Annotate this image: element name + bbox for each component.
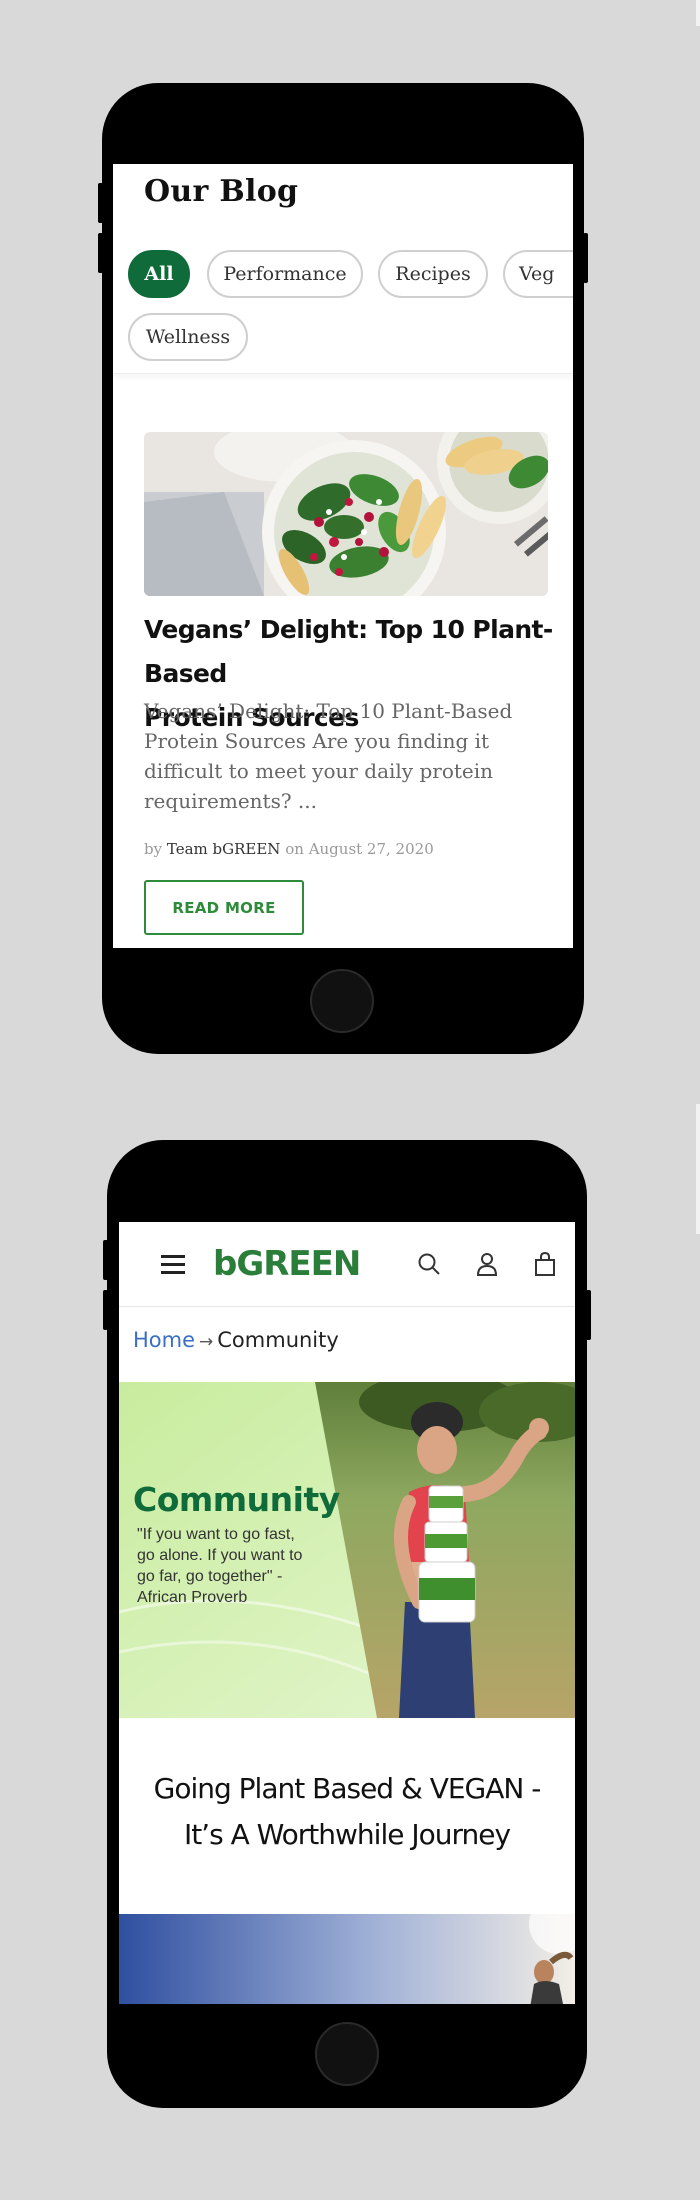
post-excerpt: Vegans’ Delight: Top 10 Plant-Based Prot… — [144, 699, 513, 813]
post-author[interactable]: Team bGREEN — [167, 840, 281, 858]
runner-photo — [119, 1914, 575, 2004]
filter-wellness[interactable]: Wellness — [128, 313, 248, 361]
volume-button — [98, 183, 103, 223]
brand-logo[interactable]: bGREEN — [213, 1244, 361, 1284]
meta-by: by — [144, 840, 163, 858]
account-icon[interactable] — [473, 1250, 501, 1278]
post-thumbnail[interactable] — [144, 432, 548, 596]
volume-button — [98, 233, 103, 273]
power-button — [586, 1290, 591, 1340]
salad-photo — [144, 432, 548, 596]
community-screen: bGREEN Home → Community Community "If yo… — [119, 1222, 575, 2004]
power-button — [583, 233, 588, 283]
site-header: bGREEN — [119, 1222, 575, 1307]
hero-quote-line: "If you want to go fast, — [137, 1526, 295, 1543]
edge-marker-middle — [696, 1104, 700, 1234]
cart-icon[interactable] — [531, 1250, 559, 1278]
community-hero-banner: Community "If you want to go fast, go al… — [119, 1382, 575, 1718]
article-image[interactable] — [119, 1914, 575, 2004]
headline-line: It’s A Worthwhile Journey — [183, 1818, 511, 1851]
blog-header: Our Blog All Performance Recipes Veg Wel… — [113, 164, 573, 374]
breadcrumb-home[interactable]: Home — [133, 1328, 195, 1352]
breadcrumb-separator: → — [199, 1332, 214, 1352]
hero-quote-line: go alone. If you want to — [137, 1547, 303, 1564]
hero-quote: "If you want to go fast, go alone. If yo… — [137, 1524, 347, 1608]
hero-quote-line: go far, go together" - — [137, 1568, 283, 1585]
filter-recipes[interactable]: Recipes — [378, 250, 488, 298]
article-headline[interactable]: Going Plant Based & VEGAN - It’s A Worth… — [119, 1766, 575, 1858]
post-meta: by Team bGREEN on August 27, 2020 — [144, 840, 434, 858]
hero-quote-line: African Proverb — [137, 1589, 248, 1606]
blog-screen: Our Blog All Performance Recipes Veg Wel… — [113, 164, 573, 948]
phone-blog: Our Blog All Performance Recipes Veg Wel… — [98, 83, 588, 1054]
breadcrumb: Home → Community — [133, 1328, 339, 1352]
volume-button — [103, 1240, 108, 1280]
home-button[interactable] — [315, 2022, 379, 2086]
filter-performance[interactable]: Performance — [207, 250, 363, 298]
meta-on: on — [285, 840, 304, 858]
menu-icon[interactable] — [159, 1250, 187, 1278]
filter-all[interactable]: All — [128, 250, 190, 298]
page-title: Our Blog — [144, 174, 299, 209]
breadcrumb-current: Community — [217, 1328, 339, 1352]
filter-vegan[interactable]: Veg — [503, 250, 573, 298]
phone-community: bGREEN Home → Community Community "If yo… — [103, 1140, 591, 2108]
hero-title: Community — [133, 1480, 340, 1519]
search-icon[interactable] — [415, 1250, 443, 1278]
edge-marker-top — [696, 0, 700, 26]
post-date: August 27, 2020 — [308, 840, 434, 858]
volume-button — [103, 1290, 108, 1330]
home-button[interactable] — [310, 969, 374, 1033]
filter-vegan-label: Veg — [519, 263, 555, 285]
read-more-button[interactable]: READ MORE — [144, 880, 304, 935]
post-title-line: Vegans’ Delight: Top 10 Plant-Based — [144, 615, 553, 688]
headline-line: Going Plant Based & VEGAN - — [153, 1772, 542, 1805]
